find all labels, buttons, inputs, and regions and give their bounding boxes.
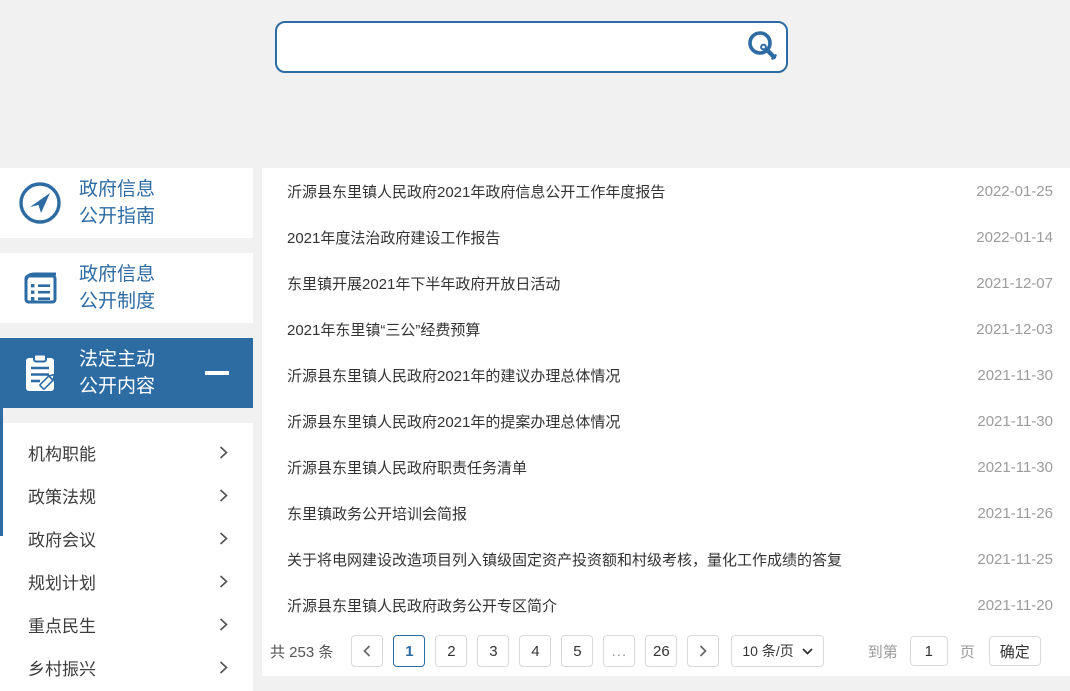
page-number-button[interactable]: 26 — [645, 635, 677, 667]
total-count-label: 共 253 条 — [270, 641, 333, 662]
chevron-right-icon — [218, 660, 229, 675]
search-box — [275, 21, 788, 73]
news-date: 2021-11-25 — [957, 551, 1053, 568]
chevron-right-icon — [697, 644, 709, 658]
news-title[interactable]: 沂源县东里镇人民政府政务公开专区简介 — [287, 595, 557, 616]
sidebar-subitem[interactable]: 重点民生 — [0, 603, 253, 646]
chevron-right-icon — [218, 531, 229, 546]
page-number-button[interactable]: 1 — [393, 635, 425, 667]
news-list-item[interactable]: 沂源县东里镇人民政府职责任务清单 2021-11-30 — [262, 444, 1070, 490]
sidebar-item-gov-info-guide[interactable]: 政府信息 公开指南 — [0, 168, 253, 238]
page-size-select[interactable]: 10 条/页 — [731, 635, 823, 667]
sidebar-accent-line — [0, 408, 3, 536]
sidebar-item-label: 政府信息 公开制度 — [79, 261, 155, 315]
notebook-icon — [17, 265, 63, 311]
page-number-button[interactable]: 4 — [519, 635, 551, 667]
news-list-item[interactable]: 沂源县东里镇人民政府2021年的提案办理总体情况 2021-11-30 — [262, 398, 1070, 444]
chevron-down-icon — [802, 648, 813, 655]
next-page-button[interactable] — [687, 635, 719, 667]
compass-icon — [17, 180, 63, 226]
goto-page-input[interactable] — [910, 636, 948, 666]
search-button[interactable] — [740, 23, 786, 71]
news-list-item[interactable]: 2021年东里镇“三公”经费预算 2021-12-03 — [262, 306, 1070, 352]
chevron-right-icon — [218, 445, 229, 460]
news-date: 2022-01-25 — [956, 183, 1053, 200]
goto-confirm-button[interactable]: 确定 — [989, 636, 1041, 666]
news-date: 2021-12-03 — [956, 321, 1053, 338]
news-list-item[interactable]: 沂源县东里镇人民政府2021年的建议办理总体情况 2021-11-30 — [262, 352, 1070, 398]
page-number-button[interactable]: 3 — [477, 635, 509, 667]
page-number-button[interactable]: 2 — [435, 635, 467, 667]
goto-page-unit-label: 页 — [960, 641, 975, 662]
search-input[interactable] — [277, 23, 740, 71]
page-number-button[interactable]: 5 — [561, 635, 593, 667]
news-date: 2021-12-07 — [956, 275, 1053, 292]
sidebar-subitem[interactable]: 政策法规 — [0, 474, 253, 517]
chevron-right-icon — [218, 574, 229, 589]
news-list-item[interactable]: 东里镇政务公开培训会简报 2021-11-26 — [262, 490, 1070, 536]
sidebar-item-label: 政府信息 公开指南 — [79, 176, 155, 230]
sidebar-subitem[interactable]: 乡村振兴 — [0, 646, 253, 689]
page-size-value: 10 条/页 — [742, 641, 793, 661]
search-icon — [745, 29, 781, 65]
goto-page-label: 到第 — [868, 641, 898, 662]
news-title[interactable]: 东里镇政务公开培训会简报 — [287, 503, 467, 524]
pagination-bar: 共 253 条 12345... 26 10 条/页 到第 页 确定 — [262, 628, 1070, 674]
news-title[interactable]: 2021年东里镇“三公”经费预算 — [287, 319, 480, 340]
content-panel: 沂源县东里镇人民政府2021年政府信息公开工作年度报告 2022-01-25 202… — [262, 168, 1070, 676]
clipboard-pen-icon — [17, 350, 63, 396]
page-number-buttons: 12345... 26 — [393, 635, 687, 667]
news-date: 2021-11-30 — [957, 459, 1053, 476]
chevron-right-icon — [218, 488, 229, 503]
page-ellipsis-button[interactable]: ... — [603, 635, 635, 667]
news-list-item[interactable]: 沂源县东里镇人民政府政务公开专区简介 2021-11-20 — [262, 582, 1070, 628]
prev-page-button[interactable] — [351, 635, 383, 667]
collapse-minus-indicator[interactable] — [205, 371, 229, 375]
sidebar-subitem-label: 机构职能 — [28, 440, 96, 465]
news-date: 2021-11-30 — [957, 367, 1053, 384]
news-list-item[interactable]: 沂源县东里镇人民政府2021年政府信息公开工作年度报告 2022-01-25 — [262, 168, 1070, 214]
news-list-item[interactable]: 2021年度法治政府建设工作报告 2022-01-14 — [262, 214, 1070, 260]
news-title[interactable]: 关于将电网建设改造项目列入镇级固定资产投资额和村级考核，量化工作成绩的答复 — [287, 549, 842, 570]
news-list-item[interactable]: 关于将电网建设改造项目列入镇级固定资产投资额和村级考核，量化工作成绩的答复 202… — [262, 536, 1070, 582]
sidebar-item-label: 法定主动 公开内容 — [79, 346, 155, 400]
news-title[interactable]: 沂源县东里镇人民政府2021年的提案办理总体情况 — [287, 411, 620, 432]
sidebar-subitem-label: 政府会议 — [28, 526, 96, 551]
news-title[interactable]: 沂源县东里镇人民政府职责任务清单 — [287, 457, 527, 478]
sidebar-item-statutory-disclosure[interactable]: 法定主动 公开内容 — [0, 338, 253, 408]
news-date: 2021-11-26 — [957, 505, 1053, 522]
sidebar-subitem-label: 乡村振兴 — [28, 655, 96, 680]
chevron-left-icon — [361, 644, 373, 658]
news-date: 2021-11-30 — [957, 413, 1053, 430]
news-title[interactable]: 沂源县东里镇人民政府2021年的建议办理总体情况 — [287, 365, 620, 386]
news-date: 2022-01-14 — [956, 229, 1053, 246]
news-list: 沂源县东里镇人民政府2021年政府信息公开工作年度报告 2022-01-25 202… — [262, 168, 1070, 628]
news-title[interactable]: 东里镇开展2021年下半年政府开放日活动 — [287, 273, 560, 294]
sidebar: 政府信息 公开指南 政府信息 公开制度 — [0, 168, 253, 691]
sidebar-item-gov-info-system[interactable]: 政府信息 公开制度 — [0, 253, 253, 323]
sidebar-subitem-label: 规划计划 — [28, 569, 96, 594]
news-title[interactable]: 沂源县东里镇人民政府2021年政府信息公开工作年度报告 — [287, 181, 665, 202]
news-date: 2021-11-20 — [957, 597, 1053, 614]
news-list-item[interactable]: 东里镇开展2021年下半年政府开放日活动 2021-12-07 — [262, 260, 1070, 306]
sidebar-submenu: 机构职能政策法规政府会议规划计划重点民生乡村振兴 — [0, 423, 253, 691]
sidebar-subitem-label: 政策法规 — [28, 483, 96, 508]
news-title[interactable]: 2021年度法治政府建设工作报告 — [287, 227, 500, 248]
chevron-right-icon — [218, 617, 229, 632]
sidebar-subitem[interactable]: 政府会议 — [0, 517, 253, 560]
sidebar-subitem-label: 重点民生 — [28, 612, 96, 637]
sidebar-subitem[interactable]: 规划计划 — [0, 560, 253, 603]
sidebar-subitem[interactable]: 机构职能 — [0, 431, 253, 474]
